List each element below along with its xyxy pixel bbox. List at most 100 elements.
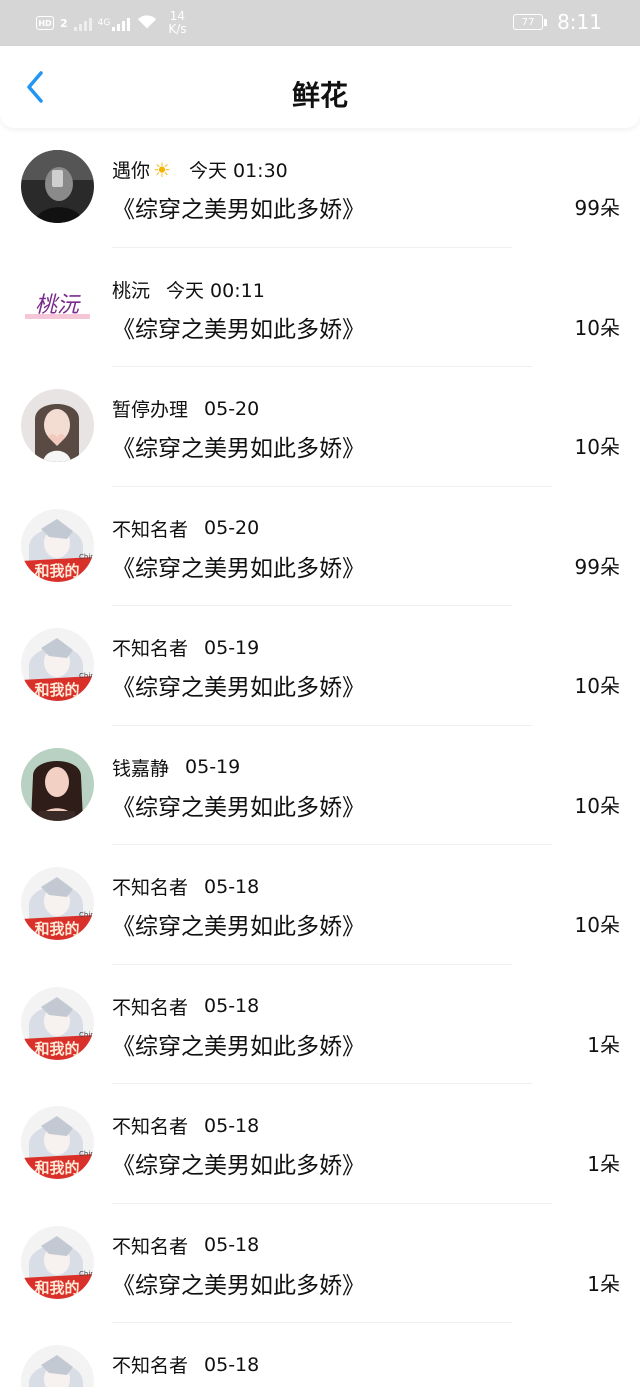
book-title[interactable]: 《综穿之美男如此多娇》 bbox=[112, 668, 365, 702]
avatar-text: 和我的 bbox=[34, 1040, 79, 1058]
svg-text:Chine: Chine bbox=[79, 911, 94, 919]
sender-name: 不知名者 bbox=[112, 996, 189, 1019]
gift-time: 05-19 bbox=[185, 756, 241, 778]
svg-text:Chine: Chine bbox=[79, 1270, 94, 1278]
avatar[interactable] bbox=[21, 747, 94, 821]
gift-meta: 遇你 ☀ 今天 01:30 bbox=[112, 156, 288, 183]
avatar[interactable]: 桃沅 bbox=[21, 269, 94, 343]
book-title[interactable]: 《综穿之美男如此多娇》 bbox=[112, 1027, 365, 1061]
clock: 8:11 bbox=[557, 10, 602, 34]
avatar[interactable]: Chine和我的 bbox=[21, 1106, 94, 1179]
gift-time: 05-20 bbox=[204, 397, 260, 420]
gift-meta: 不知名者 05-18 bbox=[112, 993, 259, 1020]
signal-off-icon bbox=[73, 15, 92, 31]
flower-count: 10朵 bbox=[574, 435, 620, 459]
gift-meta: 不知名者 05-20 bbox=[112, 515, 259, 542]
battery-icon: 77 bbox=[513, 14, 548, 30]
gift-list: 遇你 ☀ 今天 01:30 《综穿之美男如此多娇》 99朵 桃沅 桃沅 今天 00:11 《综穿… bbox=[0, 128, 640, 1387]
hd-icon: HD bbox=[36, 16, 54, 30]
sender-name: 不知名者 bbox=[112, 638, 189, 660]
svg-text:Chine: Chine bbox=[79, 1150, 94, 1158]
gift-meta: 不知名者 05-18 bbox=[112, 1232, 259, 1259]
avatar[interactable] bbox=[21, 150, 94, 223]
avatar-text: 和我的 bbox=[34, 681, 79, 699]
avatar-text: 和我的 bbox=[34, 562, 79, 580]
flower-count: 10朵 bbox=[574, 793, 620, 818]
book-title[interactable]: 《综穿之美男如此多娇》 bbox=[112, 1266, 365, 1300]
flower-count: 1朵 bbox=[587, 1032, 620, 1057]
book-title[interactable]: 《综穿之美男如此多娇》 bbox=[112, 1146, 365, 1180]
sender-name: 遇你 bbox=[112, 160, 151, 182]
gift-time: 今天 01:30 bbox=[188, 160, 288, 182]
gift-time: 05-18 bbox=[204, 1234, 260, 1256]
gift-meta: 桃沅 今天 00:11 bbox=[112, 276, 265, 303]
gift-row[interactable]: Chine和我的不知名者05-18《综穿之美男如此多娇》10朵 bbox=[0, 845, 640, 965]
gift-row[interactable]: 桃沅 桃沅 今天 00:11 《综穿之美男如此多娇》 10朵 bbox=[0, 248, 640, 367]
book-title[interactable]: 《综穿之美男如此多娇》 bbox=[112, 549, 365, 583]
gift-time: 今天 00:11 bbox=[166, 279, 265, 302]
status-left: HD 2 4G 14 K/s bbox=[36, 10, 187, 36]
book-title[interactable]: 《综穿之美男如此多娇》 bbox=[112, 310, 365, 344]
gift-time: 05-19 bbox=[204, 636, 260, 659]
gift-meta: 不知名者 05-18 bbox=[112, 1351, 259, 1378]
flower-count: 10朵 bbox=[574, 913, 620, 937]
avatar-text: 桃沅 bbox=[35, 293, 81, 318]
svg-text:Chine: Chine bbox=[79, 1031, 94, 1039]
gift-time: 05-18 bbox=[204, 875, 260, 898]
nav-bar: 鲜花 bbox=[0, 46, 640, 128]
avatar-text: 和我的 bbox=[34, 920, 79, 938]
gift-meta: 不知名者 05-18 bbox=[112, 873, 259, 900]
sender-name: 不知名者 bbox=[112, 1355, 189, 1377]
flower-count: 10朵 bbox=[574, 674, 620, 698]
sender-name: 桃沅 bbox=[112, 279, 151, 302]
sun-emoji-icon: ☀ bbox=[153, 157, 171, 182]
sender-name: 不知名者 bbox=[112, 518, 189, 541]
book-title[interactable]: 《综穿之美男如此多娇》 bbox=[112, 190, 365, 224]
gift-row[interactable]: 钱嘉静 05-19 《综穿之美男如此多娇》 10朵 bbox=[0, 726, 640, 845]
sender-name: 暂停办理 bbox=[112, 399, 189, 421]
sender-name: 不知名者 bbox=[112, 1116, 189, 1138]
svg-text:Chine: Chine bbox=[79, 672, 94, 680]
signal-icon bbox=[112, 15, 131, 31]
sender-name: 钱嘉静 bbox=[112, 757, 170, 780]
gift-row[interactable]: Chine和我的不知名者05-20《综穿之美男如此多娇》99朵 bbox=[0, 487, 640, 606]
wifi-icon bbox=[136, 13, 158, 34]
avatar[interactable]: Chine和我的 bbox=[21, 1225, 94, 1299]
avatar-text: 和我的 bbox=[34, 1279, 79, 1297]
avatar[interactable]: Chine和我的 bbox=[21, 628, 94, 701]
speed-unit: K/s bbox=[168, 22, 187, 36]
avatar[interactable] bbox=[21, 389, 94, 462]
avatar[interactable]: Chine和我的 bbox=[21, 1345, 94, 1387]
gift-row[interactable]: 暂停办理 05-20 《综穿之美男如此多娇》 10朵 bbox=[0, 367, 640, 487]
gift-row[interactable]: Chine和我的不知名者05-19《综穿之美男如此多娇》10朵 bbox=[0, 606, 640, 726]
gift-meta: 钱嘉静 05-19 bbox=[112, 754, 240, 781]
flower-count: 99朵 bbox=[574, 196, 620, 220]
gift-row[interactable]: Chine和我的不知名者 05-18 bbox=[0, 1323, 640, 1387]
status-bar: HD 2 4G 14 K/s 77 8:11 bbox=[0, 0, 640, 46]
gift-time: 05-20 bbox=[204, 517, 260, 539]
avatar[interactable]: Chine和我的 bbox=[21, 986, 94, 1060]
book-title[interactable]: 《综穿之美男如此多娇》 bbox=[112, 788, 365, 822]
gift-row[interactable]: Chine和我的不知名者05-18《综穿之美男如此多娇》1朵 bbox=[0, 1204, 640, 1323]
battery-level: 77 bbox=[513, 14, 544, 30]
gift-row[interactable]: Chine和我的不知名者05-18《综穿之美男如此多娇》1朵 bbox=[0, 965, 640, 1084]
book-title[interactable]: 《综穿之美男如此多娇》 bbox=[112, 907, 365, 941]
gift-time: 05-18 bbox=[204, 1353, 260, 1376]
gift-meta: 不知名者 05-18 bbox=[112, 1112, 259, 1139]
avatar-text: 和我的 bbox=[34, 1159, 79, 1177]
avatar[interactable]: Chine和我的 bbox=[21, 867, 94, 940]
page-title: 鲜花 bbox=[291, 79, 348, 112]
gift-row[interactable]: 遇你 ☀ 今天 01:30 《综穿之美男如此多娇》 99朵 bbox=[0, 128, 640, 248]
flower-count: 99朵 bbox=[574, 554, 620, 579]
network-label: 4G bbox=[97, 18, 111, 28]
gift-time: 05-18 bbox=[204, 995, 260, 1017]
avatar[interactable]: Chine和我的 bbox=[21, 508, 94, 582]
gift-row[interactable]: Chine和我的不知名者05-18《综穿之美男如此多娇》1朵 bbox=[0, 1084, 640, 1204]
flower-count: 1朵 bbox=[587, 1152, 620, 1176]
sender-name: 不知名者 bbox=[112, 877, 189, 899]
book-title[interactable]: 《综穿之美男如此多娇》 bbox=[112, 429, 365, 463]
gift-meta: 暂停办理 05-20 bbox=[112, 395, 259, 422]
sender-name: 不知名者 bbox=[112, 1235, 189, 1258]
svg-text:Chine: Chine bbox=[79, 553, 94, 561]
gift-meta: 不知名者 05-19 bbox=[112, 634, 259, 661]
